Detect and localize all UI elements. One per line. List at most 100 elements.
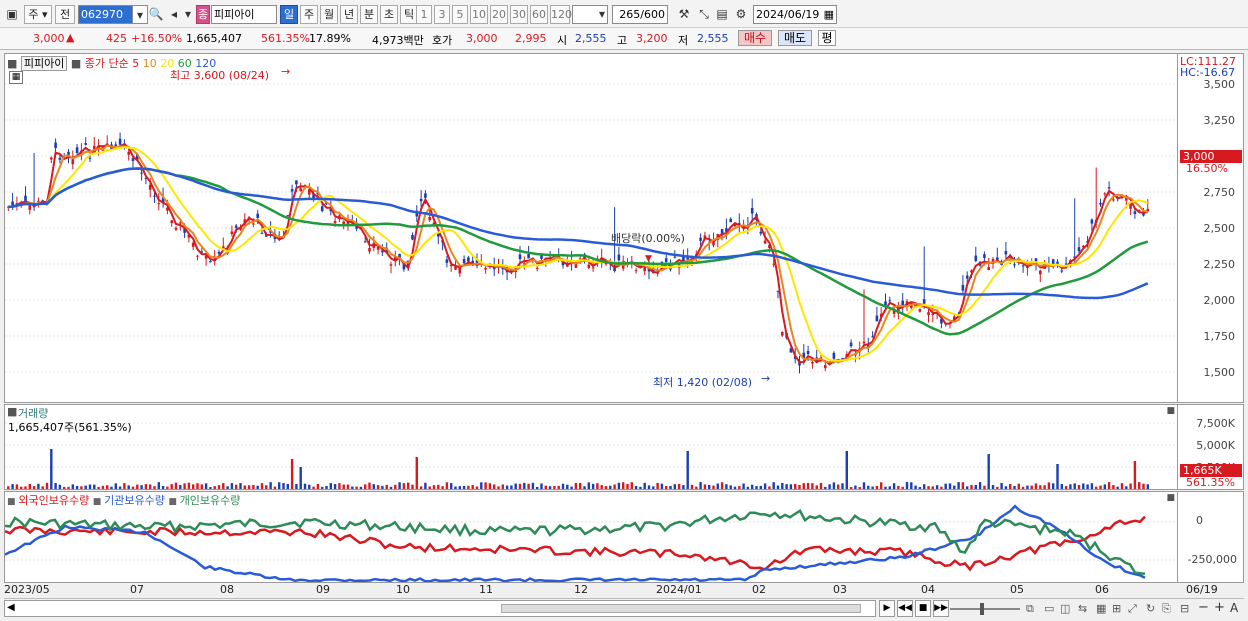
minute-button[interactable]: 120 <box>550 5 572 24</box>
volume-panel[interactable]: ■ 거래량 1,665,407주(561.35%) ■ <box>4 404 1178 490</box>
x-axis-label: 11 <box>479 583 493 596</box>
holdings-panel[interactable]: ■ 외국인보유수량 ■ 기관보유수량 ■ 개인보유수량 ■ <box>4 491 1178 583</box>
chevron-down-icon[interactable]: ▾ <box>180 5 196 24</box>
window-tile-icon[interactable]: ◫ <box>1060 602 1070 615</box>
prev-button[interactable]: 전 <box>55 5 75 24</box>
minute-button[interactable]: 60 <box>530 5 548 24</box>
gear-icon[interactable]: ⚙ <box>733 5 749 24</box>
chevron-down-icon[interactable]: ▾ <box>594 5 610 24</box>
nav-button[interactable]: ◀◀ <box>897 600 913 617</box>
volume-bar <box>71 484 74 489</box>
volume-bar <box>445 482 449 489</box>
draw-tools-icon[interactable]: ⤡ <box>696 5 712 24</box>
period-button[interactable]: 초 <box>380 5 398 24</box>
volume-bar <box>1142 483 1145 489</box>
volume-bar <box>514 483 517 489</box>
scroll-thumb[interactable] <box>501 604 861 613</box>
window-icon[interactable]: ▣ <box>4 5 20 24</box>
zoom-in-icon[interactable]: + <box>1214 600 1225 615</box>
data-count-field[interactable]: 265/600 <box>612 5 668 24</box>
volume-bar <box>226 486 229 489</box>
volume-bar <box>776 485 780 489</box>
volume-bar <box>265 485 268 489</box>
chart-scrollbar[interactable]: ◀ <box>4 600 876 617</box>
nav-button[interactable]: ■ <box>915 600 931 617</box>
volume-bar <box>54 483 57 489</box>
period-button[interactable]: 년 <box>340 5 358 24</box>
volume-bar <box>673 484 676 489</box>
turnover-rate: 17.89% <box>309 32 351 45</box>
candle <box>922 246 926 309</box>
sell-button[interactable]: 매도 <box>778 30 812 46</box>
panel-close-icon[interactable]: ■ <box>1166 406 1175 416</box>
nav-button[interactable]: ▶▶ <box>933 600 949 617</box>
eval-button[interactable]: 평 <box>818 30 836 46</box>
candle <box>230 225 234 237</box>
volume-bar <box>1064 486 1068 489</box>
volume-bar <box>497 486 500 489</box>
scroll-left-icon[interactable]: ◀ <box>7 602 15 613</box>
minute-button[interactable]: 3 <box>434 5 450 24</box>
legend-bullet-icon: ■ <box>7 497 19 507</box>
chart-tools-icon[interactable]: ⚒ <box>676 5 692 24</box>
volume-bar <box>613 484 616 489</box>
window-split-icon[interactable]: ▭ <box>1044 602 1054 615</box>
period-button[interactable]: 일 <box>280 5 298 24</box>
buy-button[interactable]: 매수 <box>738 30 772 46</box>
zoom-out-icon[interactable]: − <box>1198 600 1209 615</box>
code-dropdown-icon[interactable]: ▾ <box>132 5 148 24</box>
volume-bar <box>484 482 487 489</box>
price-tick-label: 1,500 <box>1203 366 1236 379</box>
calendar-icon[interactable]: ▦ <box>824 6 834 23</box>
save-icon[interactable]: ▤ <box>714 5 730 24</box>
stock-name-field[interactable]: 피피아이 <box>211 5 277 24</box>
shift-icon[interactable]: ⇆ <box>1078 602 1087 615</box>
volume-bar <box>510 485 513 489</box>
candle <box>75 144 79 155</box>
minute-button[interactable]: 20 <box>490 5 508 24</box>
minute-button[interactable]: 10 <box>470 5 488 24</box>
volume-bar <box>136 484 139 489</box>
volume-bar <box>652 486 655 489</box>
market-select[interactable]: 주 ▾ <box>24 5 52 24</box>
volume-bar <box>845 451 848 489</box>
volume-bar <box>566 484 569 489</box>
volume-bar <box>570 486 573 489</box>
volume-bar <box>785 484 788 489</box>
holdings-legend-item: 개인보유수량 <box>179 494 241 507</box>
minute-button[interactable]: 1 <box>416 5 432 24</box>
zoom-slider[interactable] <box>950 603 1020 615</box>
collapse-icon[interactable]: ⊟ <box>1180 602 1189 615</box>
volume-bar <box>548 486 552 489</box>
tile-icon[interactable]: ▦ <box>1096 602 1106 615</box>
price-chart-panel[interactable]: ■ 피피아이 ■ 종가 단순 5 10 20 60 120 ▦ 최고 3,600… <box>4 53 1178 403</box>
panel-close-icon[interactable]: ■ <box>1166 493 1175 503</box>
period-button[interactable]: 월 <box>320 5 338 24</box>
volume-value: 1,665,407 <box>186 32 242 45</box>
layout-icon[interactable]: ⧉ <box>1026 602 1034 616</box>
period-button[interactable]: 주 <box>300 5 318 24</box>
search-icon[interactable]: 🔍 <box>148 5 164 24</box>
zoom-fit-icon[interactable]: ⤢ <box>1128 602 1137 616</box>
refresh-icon[interactable]: ↻ <box>1146 602 1155 615</box>
volume-bar <box>759 485 762 489</box>
nav-button[interactable]: ▶ <box>879 600 895 617</box>
minute-button[interactable]: 30 <box>510 5 528 24</box>
minute-button[interactable]: 5 <box>452 5 468 24</box>
crosshair-icon[interactable]: ⊞ <box>1112 602 1121 615</box>
grid-toggle-icon[interactable]: ▦ <box>9 71 23 84</box>
volume-bar <box>910 482 913 489</box>
volume-bar <box>1077 484 1081 489</box>
date-value: 2024/06/19 <box>756 8 820 21</box>
stock-label[interactable]: 피피아이 <box>20 56 68 71</box>
date-input[interactable]: 2024/06/19 ▦ <box>753 5 837 24</box>
auto-scale-icon[interactable]: A <box>1230 601 1238 615</box>
export-icon[interactable]: ⎘ <box>1162 602 1171 616</box>
candle <box>961 275 965 294</box>
volume-bar <box>901 486 904 489</box>
candle <box>196 254 199 261</box>
volume-bar <box>372 484 375 489</box>
period-button[interactable]: 분 <box>360 5 378 24</box>
volume-bar <box>260 483 264 489</box>
volume-bar <box>174 482 178 489</box>
